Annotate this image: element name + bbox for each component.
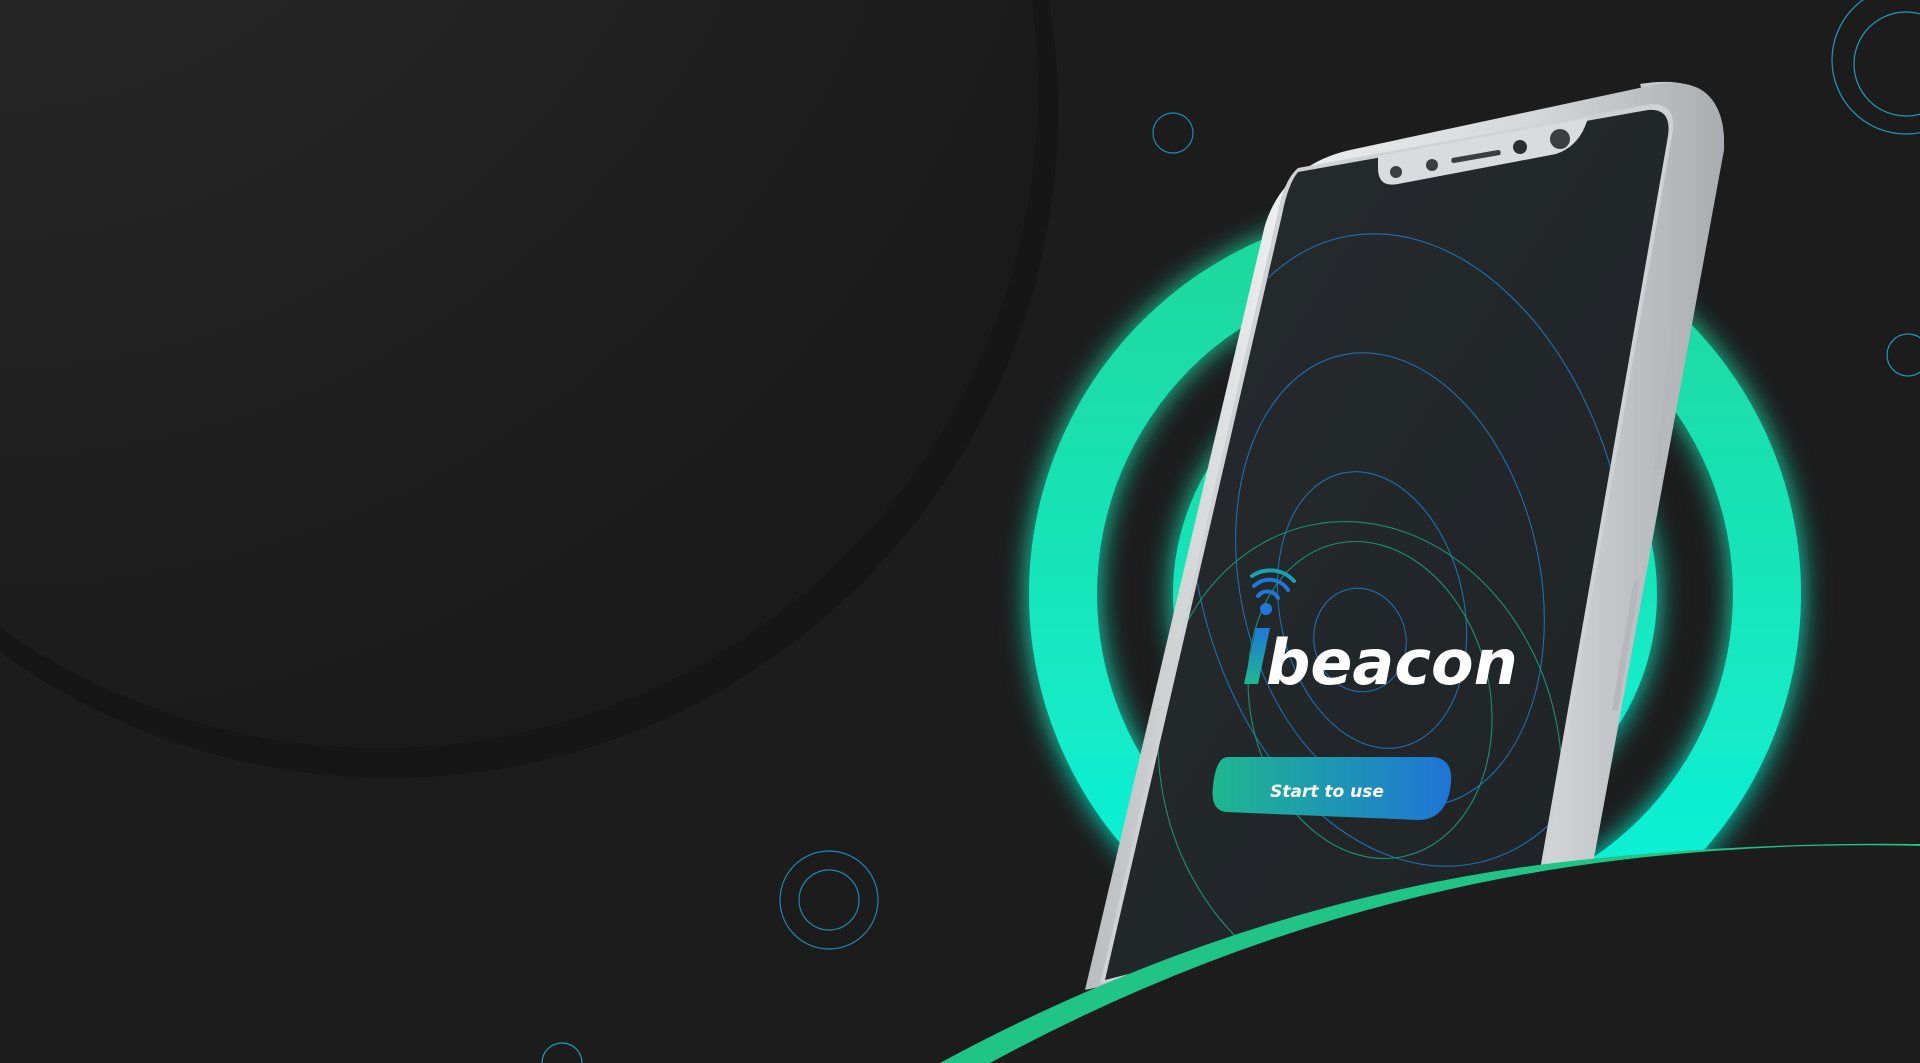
start-to-use-label: Start to use xyxy=(1270,782,1384,802)
deco-circle-bottom xyxy=(541,1042,583,1063)
sensor-dot xyxy=(1550,129,1570,149)
hero-banner: beacon Start to use xyxy=(0,0,1920,1063)
background-large-circle xyxy=(0,0,1038,748)
hero-illustration: beacon Start to use xyxy=(0,0,1920,1063)
start-to-use-button[interactable]: Start to use xyxy=(1212,757,1452,820)
deco-circle-right xyxy=(1886,333,1920,377)
deco-circle-outer xyxy=(779,850,879,950)
deco-circle-topright-inner xyxy=(1853,11,1920,117)
sensor-dot xyxy=(1426,159,1438,171)
deco-circle-topright-outer xyxy=(1831,0,1920,135)
deco-circle-inner xyxy=(798,869,860,931)
deco-circle-small xyxy=(1152,112,1194,154)
sensor-dot xyxy=(1390,166,1402,178)
logo-text: beacon xyxy=(1266,626,1518,699)
front-camera xyxy=(1513,140,1527,154)
